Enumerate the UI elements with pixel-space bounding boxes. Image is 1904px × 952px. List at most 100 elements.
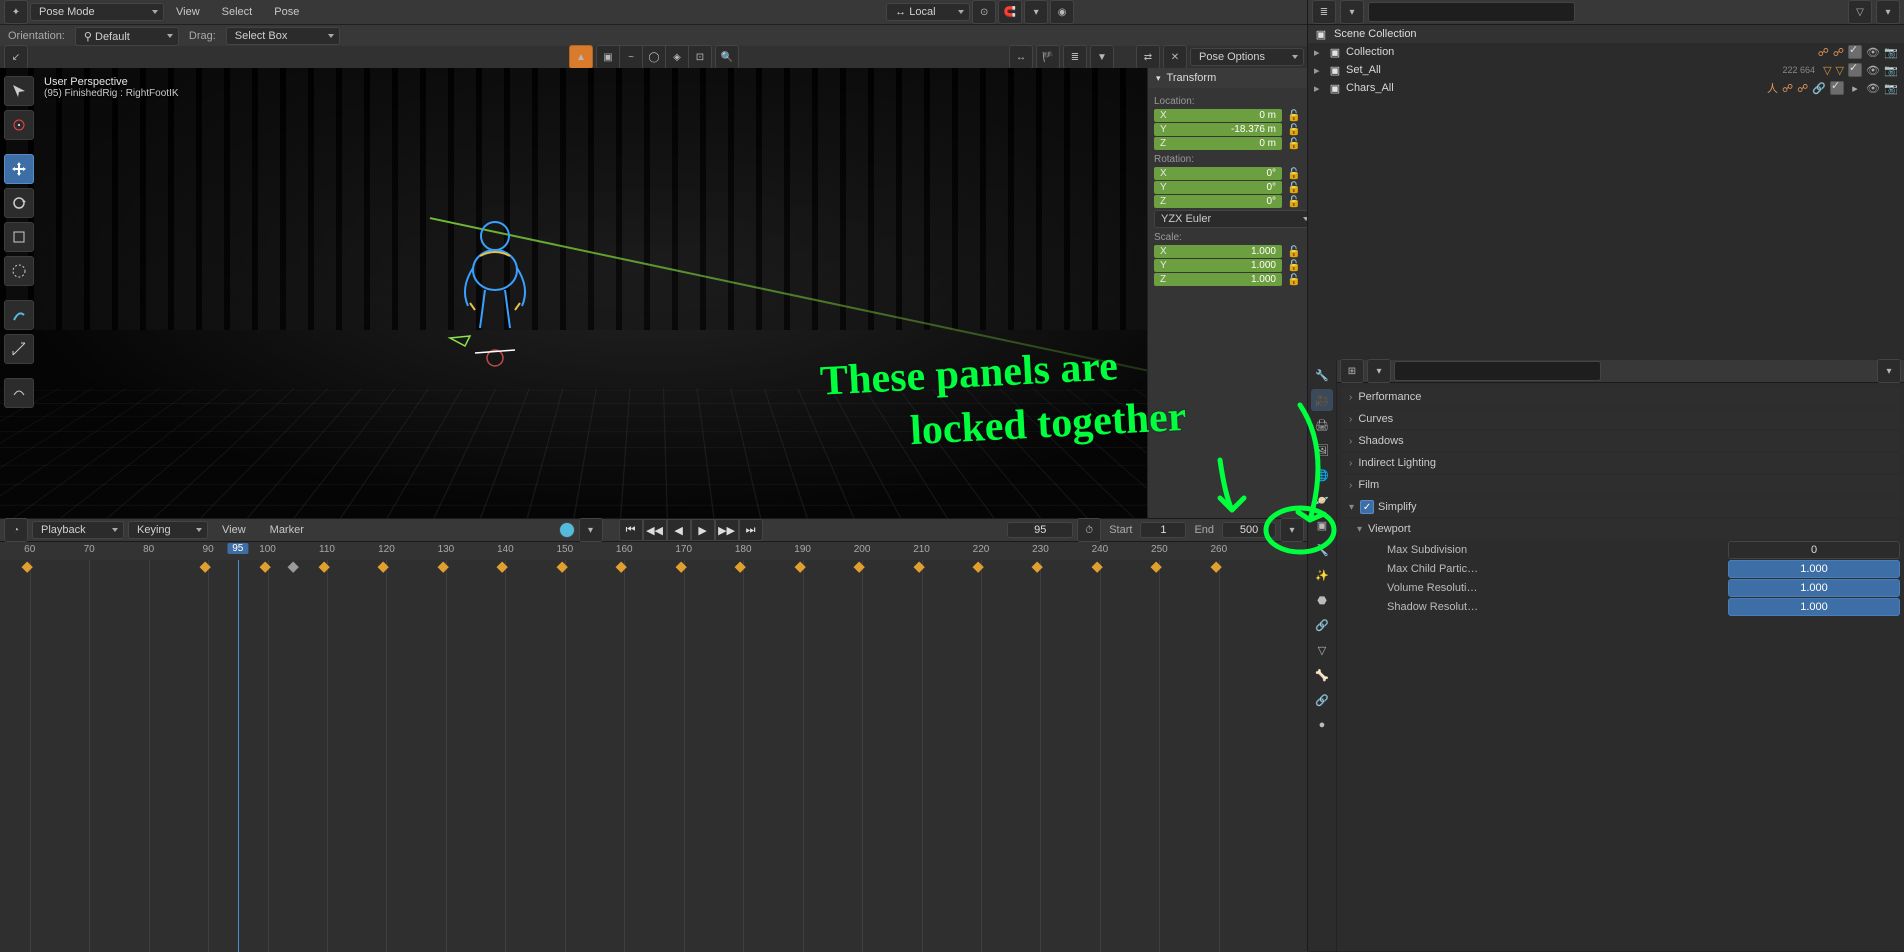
disclosure-icon[interactable]: ▸ bbox=[1314, 64, 1324, 77]
scl-z-field[interactable]: Z1.000 bbox=[1154, 273, 1282, 286]
max-subdivision-field[interactable]: 0 bbox=[1728, 541, 1900, 559]
keyframe[interactable] bbox=[259, 562, 270, 573]
lock-icon[interactable]: 🔓 bbox=[1286, 245, 1302, 258]
transform-orientation-dropdown[interactable]: ↔ Local bbox=[886, 3, 970, 21]
timeline-ruler[interactable]: 6070809095100110120130140150160170180190… bbox=[0, 542, 1308, 560]
prop-tab-material-icon[interactable]: ● bbox=[1311, 714, 1333, 736]
tool-scale[interactable] bbox=[4, 222, 34, 252]
exclude-checkbox[interactable] bbox=[1848, 63, 1862, 77]
keyframe[interactable] bbox=[21, 562, 32, 573]
filter-meta-icon[interactable]: ◈ bbox=[665, 45, 688, 69]
keyframe[interactable] bbox=[556, 562, 567, 573]
keyframe[interactable] bbox=[675, 562, 686, 573]
prop-tab-render-icon[interactable]: 🎥 bbox=[1311, 389, 1333, 411]
prop-tab-viewlayer-icon[interactable]: 🖼 bbox=[1311, 439, 1333, 461]
lock-icon[interactable]: 🔓 bbox=[1286, 167, 1302, 180]
prop-tab-world-icon[interactable]: 🪐 bbox=[1311, 489, 1333, 511]
tool-extra[interactable] bbox=[4, 378, 34, 408]
timeline-editor-icon[interactable]: ◔ bbox=[4, 518, 28, 542]
properties-search-input[interactable] bbox=[1394, 361, 1601, 381]
playback-menu[interactable]: Playback bbox=[32, 521, 124, 539]
start-frame-field[interactable]: 1 bbox=[1140, 522, 1186, 538]
prop-tab-scene-icon[interactable]: 🌐 bbox=[1311, 464, 1333, 486]
x-icon[interactable]: ✕ bbox=[1163, 45, 1187, 69]
tool-transform[interactable] bbox=[4, 256, 34, 286]
max-child-particles-field[interactable]: 1.000 bbox=[1728, 560, 1900, 578]
loc-x-field[interactable]: X0 m bbox=[1154, 109, 1282, 122]
outliner-editor-icon[interactable]: ≣ bbox=[1312, 0, 1336, 24]
prop-tab-modifier-icon[interactable]: 🔧 bbox=[1311, 539, 1333, 561]
lock-icon[interactable]: 🔓 bbox=[1286, 195, 1302, 208]
disclosure-icon[interactable]: ▸ bbox=[1314, 46, 1324, 59]
menu-select[interactable]: Select bbox=[212, 4, 263, 20]
lock-icon[interactable]: 🔓 bbox=[1286, 123, 1302, 136]
hide-viewport-icon[interactable]: 👁 bbox=[1866, 81, 1880, 95]
prop-tab-data-icon[interactable]: ▽ bbox=[1311, 639, 1333, 661]
new-collection-icon[interactable]: ▾ bbox=[1876, 0, 1900, 24]
filter-mesh-icon[interactable]: ▣ bbox=[596, 45, 619, 69]
props-pin-icon[interactable]: ⊞ bbox=[1340, 359, 1364, 383]
play-icon[interactable]: ▶ bbox=[691, 519, 715, 541]
panel-shadows[interactable]: Shadows bbox=[1341, 431, 1900, 451]
lock-icon[interactable]: 🔓 bbox=[1286, 181, 1302, 194]
n-panel-header[interactable]: Transform bbox=[1148, 68, 1308, 88]
drag-dropdown[interactable]: Select Box bbox=[226, 27, 340, 45]
disable-render-icon[interactable]: 📷 bbox=[1884, 45, 1898, 59]
prev-keyframe-icon[interactable]: ◀◀ bbox=[643, 519, 667, 541]
outliner-row-setall[interactable]: ▸ ▣ Set_All 222 664 ▽ ▽ 👁 📷 bbox=[1308, 61, 1904, 79]
search-icon[interactable]: 🔍 bbox=[715, 45, 739, 69]
timer-icon[interactable]: ⏱ bbox=[1077, 518, 1101, 542]
playhead[interactable] bbox=[238, 560, 239, 952]
next-keyframe-icon[interactable]: ▶▶ bbox=[715, 519, 739, 541]
vp-tool-icon-c[interactable]: ≣ bbox=[1063, 45, 1087, 69]
filter-text-icon[interactable]: ⊡ bbox=[688, 45, 712, 69]
keyframe[interactable] bbox=[616, 562, 627, 573]
snap-toggle-icon[interactable]: 🧲 bbox=[998, 0, 1022, 24]
hide-viewport-icon[interactable]: 👁 bbox=[1866, 45, 1880, 59]
panel-simplify-viewport[interactable]: Viewport bbox=[1341, 519, 1900, 539]
vp-tool-icon-b[interactable]: 🏴 bbox=[1036, 45, 1060, 69]
tool-annotate[interactable] bbox=[4, 300, 34, 330]
prop-tab-output-icon[interactable]: 🖨 bbox=[1311, 414, 1333, 436]
props-options-icon[interactable]: ▾ bbox=[1877, 359, 1901, 383]
prop-tab-constraints-icon[interactable]: 🔗 bbox=[1311, 614, 1333, 636]
snap-dropdown-icon[interactable]: ▾ bbox=[1024, 0, 1048, 24]
disable-render-icon[interactable]: 📷 bbox=[1884, 63, 1898, 77]
menu-pose[interactable]: Pose bbox=[264, 4, 309, 20]
prop-tab-physics-icon[interactable]: ⬣ bbox=[1311, 589, 1333, 611]
keyframe[interactable] bbox=[287, 562, 298, 573]
end-frame-field[interactable]: 500 bbox=[1222, 522, 1276, 538]
rotation-mode-dropdown[interactable]: YZX Euler bbox=[1154, 210, 1316, 228]
lock-icon[interactable]: 🔓 bbox=[1286, 137, 1302, 150]
editor-type-icon[interactable]: ✦ bbox=[4, 0, 28, 24]
panel-simplify[interactable]: ✓ Simplify bbox=[1341, 497, 1900, 517]
tool-measure[interactable] bbox=[4, 334, 34, 364]
disclosure-icon[interactable]: ▸ bbox=[1314, 82, 1324, 95]
scl-y-field[interactable]: Y1.000 bbox=[1154, 259, 1282, 272]
tl-view-menu[interactable]: View bbox=[212, 522, 256, 538]
lock-icon[interactable]: 🔓 bbox=[1286, 109, 1302, 122]
lock-icon[interactable]: 🔓 bbox=[1286, 273, 1302, 286]
tool-cursor-3d[interactable] bbox=[4, 110, 34, 140]
dropdown-icon[interactable]: ▾ bbox=[1280, 518, 1304, 542]
prop-tab-boneconstraint-icon[interactable]: 🔗 bbox=[1311, 689, 1333, 711]
filter-curve-icon[interactable]: ~ bbox=[619, 45, 642, 69]
rot-x-field[interactable]: X0° bbox=[1154, 167, 1282, 180]
rot-z-field[interactable]: Z0° bbox=[1154, 195, 1282, 208]
shadow-resolution-field[interactable]: 1.000 bbox=[1728, 598, 1900, 616]
proportional-edit-icon[interactable]: ◉ bbox=[1050, 0, 1074, 24]
keyframe[interactable] bbox=[437, 562, 448, 573]
sync-selection-icon[interactable]: ⇄ bbox=[1136, 45, 1160, 69]
simplify-checkbox[interactable]: ✓ bbox=[1360, 500, 1374, 514]
disable-render-icon[interactable]: 📷 bbox=[1884, 81, 1898, 95]
auto-key-record-icon[interactable] bbox=[559, 522, 575, 538]
prop-tab-tool-icon[interactable]: 🔧 bbox=[1311, 364, 1333, 386]
keyframe[interactable] bbox=[497, 562, 508, 573]
outliner-row-collection[interactable]: ▸ ▣ Collection ☍ ☍ 👁 📷 bbox=[1308, 43, 1904, 61]
mode-dropdown[interactable]: Pose Mode bbox=[30, 3, 164, 21]
props-context-icon[interactable]: ▾ bbox=[1367, 359, 1391, 383]
menu-view[interactable]: View bbox=[166, 4, 210, 20]
loc-y-field[interactable]: Y-18.376 m bbox=[1154, 123, 1282, 136]
orientation-dropdown[interactable]: ⚲ Default bbox=[75, 27, 179, 46]
filter-surf-icon[interactable]: ◯ bbox=[642, 45, 665, 69]
